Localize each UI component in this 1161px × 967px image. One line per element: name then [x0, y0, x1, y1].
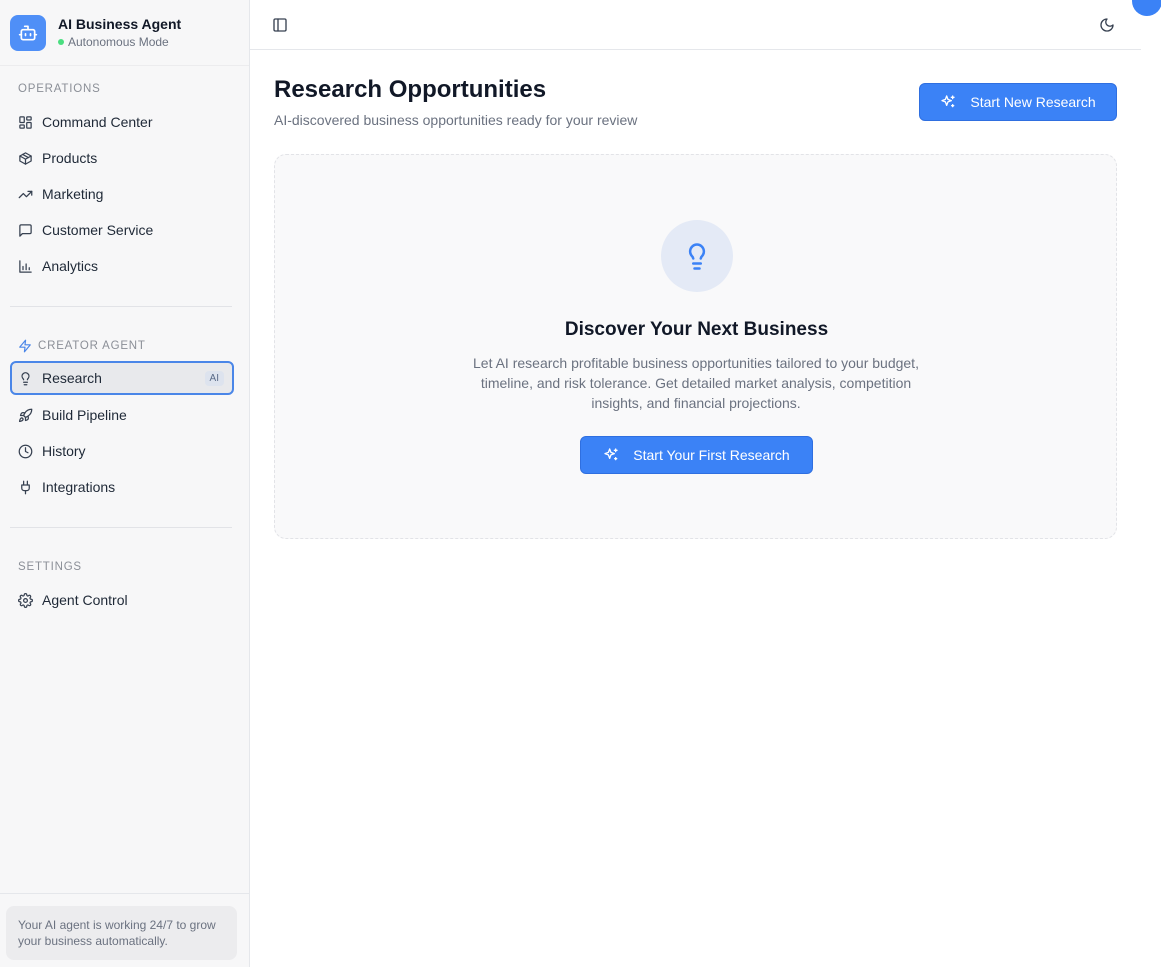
sidebar-item-label: History	[42, 443, 86, 459]
package-icon	[19, 151, 32, 165]
sidebar-item-label: Research	[42, 370, 102, 386]
section-label-creator-agent: CREATOR AGENT	[18, 339, 146, 353]
button-label: Start Your First Research	[633, 447, 790, 463]
moon-icon	[1100, 18, 1114, 32]
page-title: Research Opportunities	[274, 76, 547, 103]
sidebar-item-history[interactable]: History	[10, 434, 234, 468]
page-subtitle: AI-discovered business opportunities rea…	[274, 112, 638, 128]
sidebar-item-analytics[interactable]: Analytics	[10, 249, 234, 283]
sidebar-divider	[10, 527, 232, 528]
empty-state-description: Let AI research profitable business oppo…	[473, 355, 919, 411]
empty-state-icon-circle	[661, 220, 733, 292]
sidebar-item-label: Customer Service	[42, 222, 154, 238]
sidebar-divider	[10, 306, 232, 307]
start-new-research-button[interactable]: Start New Research	[919, 83, 1117, 121]
sidebar-item-marketing[interactable]: Marketing	[10, 177, 234, 211]
sidebar-item-label: Build Pipeline	[42, 407, 127, 423]
brand-subtitle: Autonomous Mode	[68, 35, 169, 49]
sidebar-item-label: Integrations	[42, 479, 116, 495]
theme-toggle-button[interactable]	[1096, 14, 1118, 36]
dashboard-icon	[19, 115, 32, 129]
sidebar-footer-divider	[0, 893, 249, 894]
empty-state-title: Discover Your Next Business	[564, 319, 829, 340]
status-dot-icon	[58, 39, 64, 45]
sidebar-item-products[interactable]: Products	[10, 141, 234, 175]
lightbulb-icon	[688, 243, 706, 270]
plug-icon	[21, 480, 30, 494]
bot-icon	[10, 14, 46, 51]
rocket-icon	[18, 408, 33, 422]
sparkles-icon	[604, 448, 618, 461]
sidebar-item-customer-service[interactable]: Customer Service	[10, 213, 234, 247]
lightbulb-icon	[21, 371, 30, 385]
bar-chart-icon	[19, 259, 32, 273]
sidebar-item-agent-control[interactable]: Agent Control	[10, 583, 234, 617]
sidebar-item-label: Marketing	[42, 186, 104, 202]
message-square-icon	[19, 223, 32, 237]
trending-up-icon	[18, 190, 33, 198]
brand-header[interactable]: AI Business Agent Autonomous Mode	[0, 0, 249, 66]
sidebar-item-label: Analytics	[42, 258, 99, 274]
zap-icon	[19, 339, 31, 353]
start-first-research-button[interactable]: Start Your First Research	[580, 436, 813, 474]
sidebar-item-label: Products	[42, 150, 98, 166]
brand-status: Autonomous Mode	[58, 34, 181, 50]
button-label: Start New Research	[970, 94, 1096, 110]
sidebar-item-integrations[interactable]: Integrations	[10, 470, 234, 504]
sidebar-item-label: Agent Control	[42, 592, 128, 608]
sidebar-footer-note: Your AI agent is working 24/7 to grow yo…	[6, 906, 237, 960]
top-bar	[250, 0, 1141, 50]
section-label-operations: OPERATIONS	[18, 83, 101, 95]
sidebar: AI Business Agent Autonomous Mode OPERAT…	[0, 0, 250, 967]
sparkles-icon	[941, 95, 956, 108]
sidebar-item-build-pipeline[interactable]: Build Pipeline	[10, 398, 234, 432]
ai-badge: AI	[204, 370, 224, 386]
sidebar-item-label: Command Center	[42, 114, 153, 130]
section-label-settings: SETTINGS	[18, 561, 82, 573]
brand-title: AI Business Agent	[58, 16, 182, 32]
clock-icon	[18, 444, 33, 458]
sidebar-item-command-center[interactable]: Command Center	[10, 105, 234, 139]
empty-state-card: Discover Your Next Business Let AI resea…	[274, 154, 1117, 539]
gear-icon	[18, 592, 33, 608]
sidebar-toggle-button[interactable]	[269, 14, 291, 36]
panel-left-icon	[273, 18, 287, 32]
sidebar-item-research[interactable]: Research AI	[10, 361, 234, 395]
